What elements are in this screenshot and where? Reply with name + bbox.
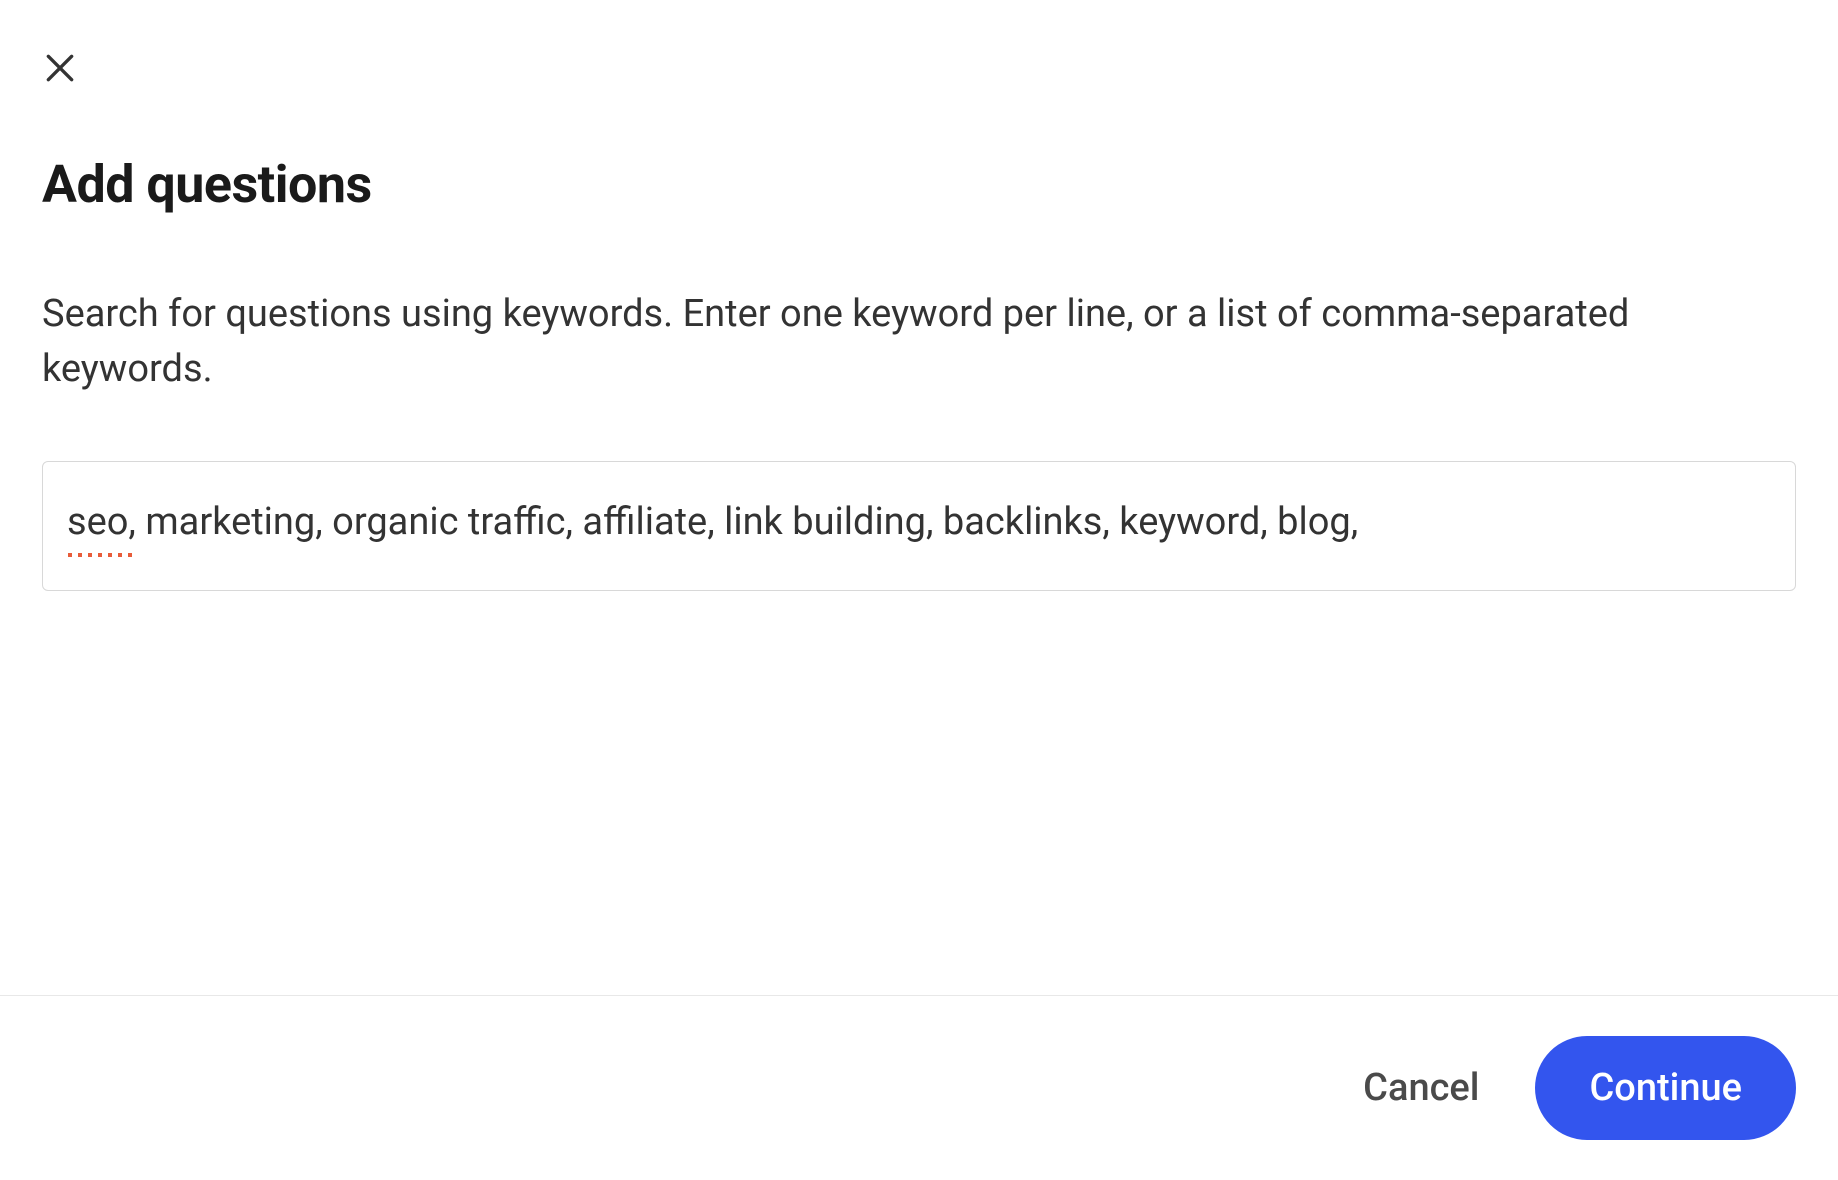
keywords-input[interactable] <box>42 461 1796 591</box>
continue-button[interactable]: Continue <box>1535 1036 1796 1140</box>
input-wrapper <box>42 461 1796 595</box>
cancel-button[interactable]: Cancel <box>1363 1066 1479 1110</box>
close-button[interactable] <box>40 48 80 88</box>
add-questions-dialog: Add questions Search for questions using… <box>0 0 1838 1180</box>
close-icon <box>40 48 80 88</box>
dialog-description: Search for questions using keywords. Ent… <box>42 287 1796 397</box>
dialog-footer: Cancel Continue <box>0 995 1838 1180</box>
spellcheck-underline <box>68 553 136 557</box>
dialog-title: Add questions <box>42 154 1796 215</box>
